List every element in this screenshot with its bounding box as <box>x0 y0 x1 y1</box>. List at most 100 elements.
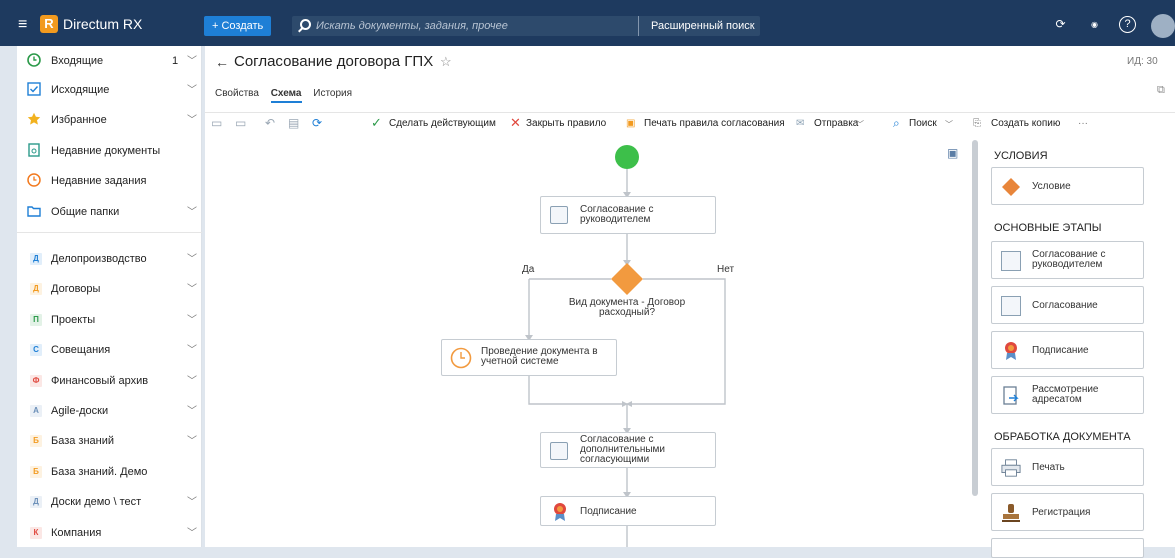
sidebar-item-label: Договоры <box>51 283 101 296</box>
palette-item-signing[interactable]: Подписание <box>991 331 1144 369</box>
palette-item-condition[interactable]: Условие <box>991 167 1144 205</box>
tab-history[interactable]: История <box>313 88 352 99</box>
scheme-node-additional-approval[interactable]: Согласование с дополнительными согласующ… <box>540 432 716 468</box>
sidebar-item-outgoing[interactable]: Исходящие ﹀ <box>17 76 202 104</box>
stages-palette: УСЛОВИЯ Условие ОСНОВНЫЕ ЭТАПЫ Согласова… <box>982 136 1175 558</box>
sidebar-module-item[interactable]: Ф Финансовый архив ﹀ <box>17 367 202 395</box>
clock-icon <box>450 347 472 369</box>
sidebar-module-item[interactable]: Б База знаний ﹀ <box>17 427 202 455</box>
sidebar-item-label: Совещания <box>51 344 111 357</box>
print-scheme-icon[interactable]: ▣ <box>947 146 958 160</box>
chevron-down-icon[interactable]: ﹀ <box>187 341 197 356</box>
search-bar[interactable]: Искать документы, задания, прочее Расшир… <box>292 16 760 36</box>
send-button[interactable]: Отправка <box>814 118 858 129</box>
main-panel: ← Согласование договора ГПХ ☆ ИД: 30 ⧉ С… <box>205 46 1175 558</box>
scheme-node-signing[interactable]: Подписание <box>540 496 716 526</box>
chevron-down-icon[interactable]: ﹀ <box>187 250 197 265</box>
help-icon[interactable]: ? <box>1119 16 1136 33</box>
chevron-down-icon[interactable]: ﹀ <box>187 81 197 96</box>
sidebar-module-item[interactable]: Б База знаний. Демо <box>17 458 202 486</box>
avatar[interactable] <box>1151 14 1175 38</box>
undo-icon[interactable]: ↶ <box>265 116 275 130</box>
palette-item-label: Рассмотрение адресатом <box>1032 384 1099 405</box>
scheme-node-accounting[interactable]: Проведение документа в учетной системе <box>441 339 617 376</box>
tab-scheme[interactable]: Схема <box>270 88 302 103</box>
chevron-down-icon[interactable]: ﹀ <box>187 493 197 508</box>
palette-item-print[interactable]: Печать <box>991 448 1144 486</box>
chevron-down-icon[interactable]: ﹀ <box>187 524 197 539</box>
open-external-icon[interactable]: ⧉ <box>1157 84 1165 97</box>
sidebar-module-item[interactable]: A Agile-доски ﹀ <box>17 397 202 425</box>
chevron-down-icon[interactable]: ﹀ <box>187 52 197 67</box>
history-icon <box>27 173 41 187</box>
chevron-down-icon[interactable]: ﹀ <box>187 280 197 295</box>
condition-node[interactable] <box>611 263 643 295</box>
palette-item-registration[interactable]: Регистрация <box>991 493 1144 531</box>
brand-logo-icon: R <box>40 15 58 33</box>
sidebar-module-item[interactable]: К Компания ﹀ <box>17 519 202 547</box>
module-badge-icon: Д <box>30 496 42 509</box>
close-x-icon: ✕ <box>510 115 521 130</box>
sidebar-item-inbox[interactable]: Входящие 1 ﹀ <box>17 47 202 75</box>
scheme-node-manager-approval[interactable]: Согласование с руководителем <box>540 196 716 234</box>
sidebar-item-label: Финансовый архив <box>51 374 149 387</box>
sidebar-module-item[interactable]: Д Доски демо \ тест ﹀ <box>17 488 202 516</box>
module-badge-icon: Б <box>30 435 42 448</box>
stamp-icon <box>1002 504 1020 522</box>
create-copy-button[interactable]: Создать копию <box>991 118 1060 129</box>
save-icon[interactable]: ▭ <box>211 116 222 130</box>
star-icon <box>27 112 41 125</box>
chevron-down-icon[interactable]: ﹀ <box>187 311 197 326</box>
printer-icon <box>1001 459 1021 477</box>
sidebar-module-item[interactable]: П Проекты ﹀ <box>17 306 202 334</box>
palette-item-manager-approval[interactable]: Согласование с руководителем <box>991 241 1144 279</box>
refresh-sync-icon[interactable]: ⟳ <box>1052 16 1069 33</box>
copy-icon[interactable]: ▤ <box>288 116 299 130</box>
start-node[interactable] <box>615 145 639 169</box>
close-rule-button[interactable]: Закрыть правило <box>526 118 606 129</box>
more-icon[interactable]: ··· <box>1078 118 1088 129</box>
scheme-canvas[interactable]: Согласование с руководителем Да Нет Вид … <box>205 136 967 547</box>
sidebar-item-shared-folders[interactable]: Общие папки ﹀ <box>17 198 202 226</box>
sidebar-item-label: База знаний <box>51 435 115 448</box>
copy-doc-icon: ⎘ <box>973 118 981 129</box>
print-rules-button[interactable]: Печать правила согласования <box>644 118 785 129</box>
palette-item-label: Регистрация <box>1032 507 1091 518</box>
scrollbar[interactable] <box>972 140 978 496</box>
make-active-button[interactable]: Сделать действующим <box>389 118 496 129</box>
new-badge-icon[interactable]: ◉ <box>1086 16 1103 33</box>
favorite-star-icon[interactable]: ☆ <box>440 54 452 70</box>
chevron-down-icon[interactable]: ﹀ <box>856 119 864 130</box>
sidebar-module-item[interactable]: С Совещания ﹀ <box>17 336 202 364</box>
back-arrow-icon[interactable]: ← <box>215 54 229 70</box>
check-icon: ✓ <box>371 115 382 130</box>
chevron-down-icon[interactable]: ﹀ <box>187 402 197 417</box>
menu-icon[interactable]: ≡ <box>18 17 27 33</box>
sidebar-item-favorites[interactable]: Избранное ﹀ <box>17 106 202 134</box>
condition-diamond-icon <box>1002 178 1020 196</box>
sidebar-item-recent-tasks[interactable]: Недавние задания <box>17 167 202 195</box>
check-box-icon <box>27 82 41 96</box>
save-close-icon[interactable]: ▭ <box>235 116 246 130</box>
palette-item-partial[interactable] <box>991 538 1144 558</box>
chevron-down-icon[interactable]: ﹀ <box>187 203 197 218</box>
refresh-icon[interactable]: ⟳ <box>312 116 322 130</box>
sidebar-module-item[interactable]: Д Делопроизводство ﹀ <box>17 245 202 273</box>
tab-bar: Свойства Схема История <box>215 88 361 103</box>
chevron-down-icon[interactable]: ﹀ <box>187 432 197 447</box>
node-label: Согласование с руководителем <box>580 204 654 225</box>
chevron-down-icon[interactable]: ﹀ <box>187 111 197 126</box>
chevron-down-icon[interactable]: ﹀ <box>187 372 197 387</box>
chevron-down-icon[interactable]: ﹀ <box>945 119 953 130</box>
palette-item-approval[interactable]: Согласование <box>991 286 1144 324</box>
palette-item-review[interactable]: Рассмотрение адресатом <box>991 376 1144 414</box>
sidebar-item-label: Общие папки <box>51 206 120 218</box>
advanced-search-button[interactable]: Расширенный поиск <box>638 16 755 36</box>
sidebar-module-item[interactable]: Д Договоры ﹀ <box>17 275 202 303</box>
search-input[interactable]: Искать документы, задания, прочее <box>316 20 508 32</box>
tab-properties[interactable]: Свойства <box>215 88 259 99</box>
sidebar-item-recent-documents[interactable]: Недавние документы <box>17 137 202 165</box>
module-badge-icon: П <box>30 313 42 326</box>
search-button[interactable]: Поиск <box>909 118 937 129</box>
create-button[interactable]: + Создать <box>204 16 272 36</box>
